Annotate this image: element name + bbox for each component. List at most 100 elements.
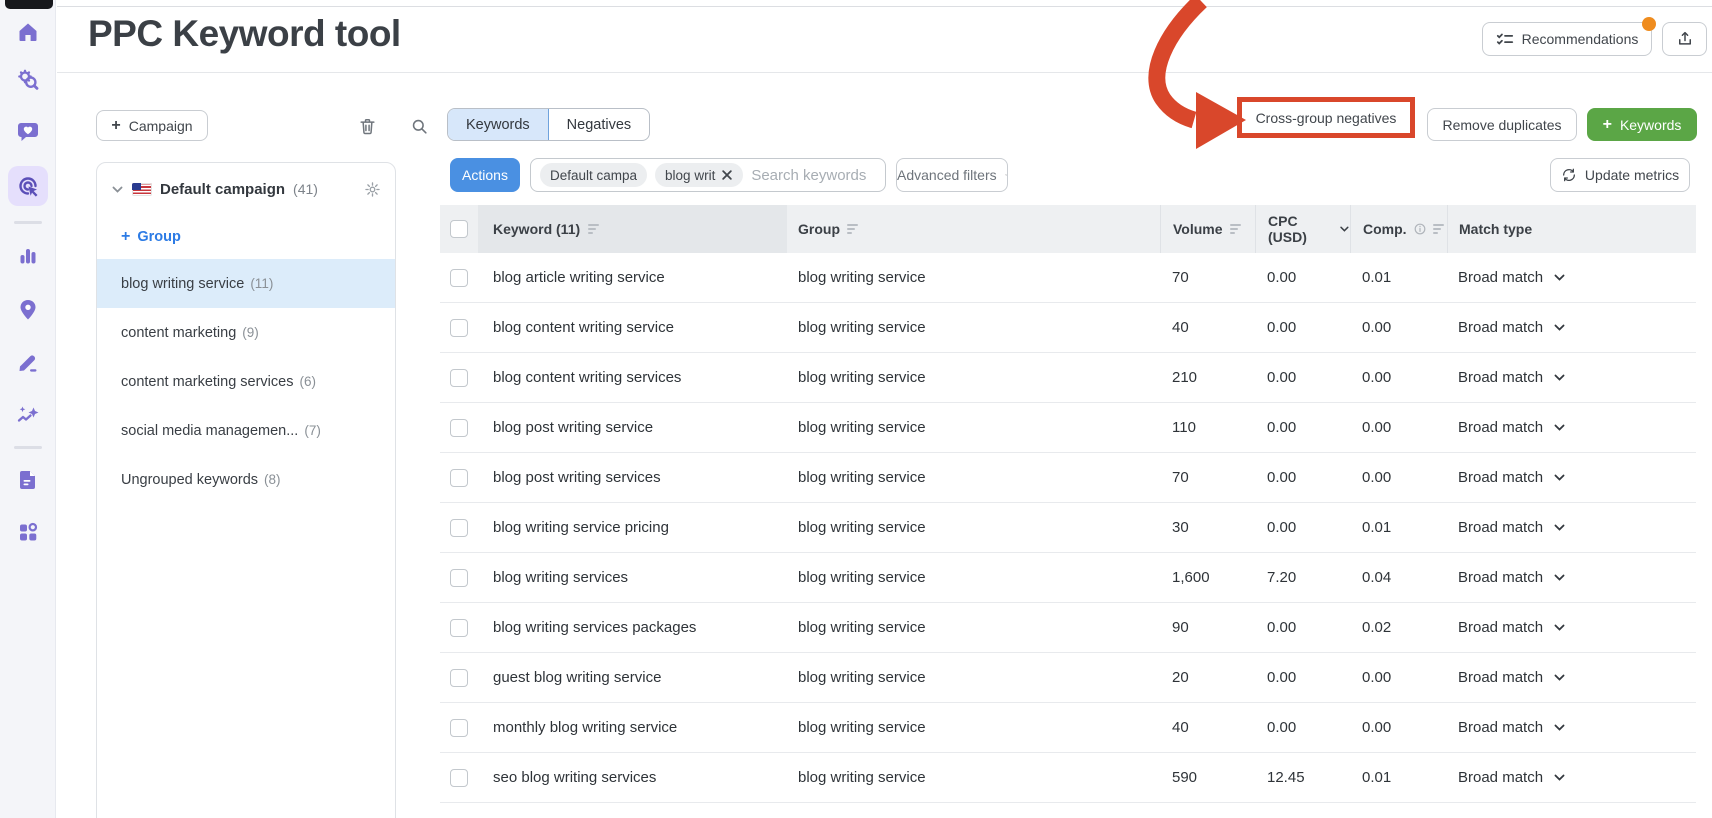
- apps-icon[interactable]: [8, 512, 48, 552]
- local-marketing-icon[interactable]: [8, 290, 48, 330]
- cpc-value: 12.45: [1267, 769, 1305, 786]
- cpc-cell: 0.00: [1255, 353, 1350, 402]
- group-text: blog writing service: [798, 669, 926, 686]
- row-checkbox[interactable]: [450, 518, 468, 537]
- group-count: (6): [299, 374, 316, 389]
- tab-keywords[interactable]: Keywords: [448, 109, 549, 140]
- comp-cell: 0.00: [1350, 403, 1447, 452]
- plus-icon: +: [111, 116, 121, 134]
- sort-icon[interactable]: [1229, 223, 1242, 235]
- ppc-tool-icon[interactable]: [8, 166, 48, 206]
- chevron-down-icon: [1554, 324, 1565, 331]
- match-type-dropdown[interactable]: Broad match: [1447, 453, 1696, 502]
- match-type-dropdown[interactable]: Broad match: [1447, 603, 1696, 652]
- filter-chip-keyword[interactable]: blog writ: [655, 163, 744, 187]
- volume-cell: 90: [1160, 603, 1255, 652]
- advanced-filters-label: Advanced filters: [897, 167, 997, 183]
- volume-value: 590: [1172, 769, 1198, 786]
- row-checkbox[interactable]: [450, 318, 468, 337]
- row-checkbox[interactable]: [450, 618, 468, 637]
- research-icon[interactable]: [8, 60, 48, 100]
- cpc-cell: 7.20: [1255, 553, 1350, 602]
- sort-icon[interactable]: [847, 223, 859, 235]
- group-cell: blog writing service: [787, 703, 1160, 752]
- match-type-dropdown[interactable]: Broad match: [1447, 303, 1696, 352]
- match-type-dropdown[interactable]: Broad match: [1447, 703, 1696, 752]
- home-icon[interactable]: [8, 12, 48, 52]
- column-header-volume[interactable]: Volume: [1160, 205, 1255, 253]
- delete-icon[interactable]: [354, 113, 380, 139]
- row-checkbox[interactable]: [450, 368, 468, 387]
- match-type-value: Broad match: [1458, 369, 1544, 386]
- match-type-dropdown[interactable]: Broad match: [1447, 403, 1696, 452]
- ai-icon[interactable]: [8, 396, 48, 436]
- row-checkbox[interactable]: [450, 668, 468, 687]
- match-type-dropdown[interactable]: Broad match: [1447, 253, 1696, 302]
- cross-group-negatives-button[interactable]: Cross-group negatives: [1237, 97, 1415, 138]
- chevron-down-icon[interactable]: [111, 183, 124, 196]
- table-row: blog writing service pricing blog writin…: [440, 503, 1696, 553]
- select-all-checkbox[interactable]: [450, 220, 468, 238]
- group-item-content-marketing[interactable]: content marketing (9): [97, 308, 395, 357]
- group-text: blog writing service: [798, 769, 926, 786]
- remove-duplicates-label: Remove duplicates: [1442, 116, 1562, 133]
- row-checkbox[interactable]: [450, 768, 468, 787]
- sort-icon[interactable]: [1432, 223, 1445, 235]
- content-icon[interactable]: [8, 342, 48, 382]
- advanced-filters-button[interactable]: Advanced filters: [896, 158, 1008, 192]
- search-keywords-input[interactable]: [751, 166, 876, 184]
- row-checkbox[interactable]: [450, 568, 468, 587]
- remove-duplicates-button[interactable]: Remove duplicates: [1427, 108, 1577, 141]
- add-keywords-button[interactable]: + Keywords: [1587, 108, 1697, 141]
- chevron-down-icon: [1554, 274, 1565, 281]
- analytics-icon[interactable]: [8, 236, 48, 276]
- row-checkbox[interactable]: [450, 418, 468, 437]
- row-checkbox[interactable]: [450, 718, 468, 737]
- group-item-blog-writing-service[interactable]: blog writing service (11): [97, 259, 395, 308]
- match-type-dropdown[interactable]: Broad match: [1447, 753, 1696, 802]
- group-text: blog writing service: [798, 469, 926, 486]
- match-type-dropdown[interactable]: Broad match: [1447, 553, 1696, 602]
- column-header-group[interactable]: Group: [787, 205, 1160, 253]
- column-label: Keyword (11): [493, 221, 581, 237]
- actions-button[interactable]: Actions: [450, 158, 520, 192]
- column-header-comp[interactable]: Comp.: [1350, 205, 1447, 253]
- column-header-cpc[interactable]: CPC (USD): [1255, 205, 1350, 253]
- cpc-value: 0.00: [1267, 319, 1297, 336]
- column-header-keyword[interactable]: Keyword (11): [478, 205, 787, 253]
- reports-icon[interactable]: [8, 460, 48, 500]
- add-group-button[interactable]: + Group: [97, 215, 395, 259]
- group-name: content marketing: [121, 324, 237, 341]
- close-icon[interactable]: [721, 169, 733, 181]
- row-checkbox[interactable]: [450, 268, 468, 287]
- match-type-dropdown[interactable]: Broad match: [1447, 353, 1696, 402]
- ppc-keyword-tool-app: PPC Keyword tool Recommendations + Campa…: [0, 0, 1712, 818]
- group-item-ungrouped-keywords[interactable]: Ungrouped keywords (8): [97, 455, 395, 504]
- table-row: blog content writing services blog writi…: [440, 353, 1696, 403]
- plus-icon: +: [1602, 115, 1612, 133]
- column-label: Group: [798, 221, 840, 237]
- filter-chip-campaign[interactable]: Default campa: [540, 163, 648, 187]
- group-item-social-media-management[interactable]: social media managemen... (7): [97, 406, 395, 455]
- add-campaign-button[interactable]: + Campaign: [96, 110, 208, 141]
- search-icon[interactable]: [406, 113, 432, 139]
- gear-icon[interactable]: [364, 181, 381, 198]
- match-type-dropdown[interactable]: Broad match: [1447, 503, 1696, 552]
- keyword-text: blog writing service pricing: [493, 519, 669, 536]
- group-text: blog writing service: [798, 269, 926, 286]
- campaign-row[interactable]: Default campaign (41): [97, 163, 395, 215]
- update-metrics-button[interactable]: Update metrics: [1550, 158, 1690, 192]
- row-checkbox[interactable]: [450, 468, 468, 487]
- sort-icon[interactable]: [588, 223, 600, 235]
- add-group-label: Group: [137, 229, 181, 245]
- match-type-dropdown[interactable]: Broad match: [1447, 653, 1696, 702]
- recommendations-button[interactable]: Recommendations: [1482, 17, 1656, 56]
- comp-value: 0.01: [1362, 769, 1392, 786]
- comp-value: 0.00: [1362, 419, 1392, 436]
- group-item-content-marketing-services[interactable]: content marketing services (6): [97, 357, 395, 406]
- cpc-value: 0.00: [1267, 669, 1297, 686]
- export-button[interactable]: [1662, 22, 1707, 56]
- tab-negatives[interactable]: Negatives: [549, 109, 649, 140]
- social-icon[interactable]: [8, 112, 48, 152]
- keyword-search-box[interactable]: Default campa blog writ: [530, 158, 886, 192]
